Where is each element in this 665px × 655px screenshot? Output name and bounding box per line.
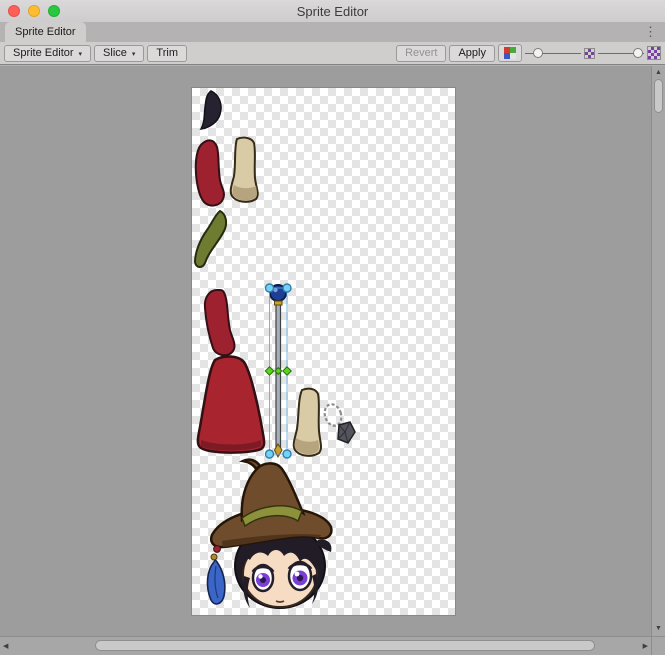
sprite-green-sash[interactable] <box>195 211 226 267</box>
mip-low-icon <box>584 48 595 59</box>
mip-high-icon <box>647 46 661 60</box>
chevron-down-icon: ▾ <box>79 50 83 58</box>
sprite-sheet[interactable] <box>192 88 455 615</box>
horizontal-scrollbar-thumb[interactable] <box>95 640 595 651</box>
color-channel-button[interactable] <box>498 44 522 62</box>
horizontal-scrollbar[interactable]: ◀ ▶ <box>0 636 651 655</box>
canvas[interactable] <box>0 66 651 636</box>
sprite-editor-mode-label: Sprite Editor <box>13 47 74 59</box>
sprite-red-skirt[interactable] <box>198 356 264 452</box>
minimize-button[interactable] <box>28 5 40 17</box>
scroll-down-icon[interactable]: ▼ <box>655 624 662 634</box>
slice-label: Slice <box>103 47 127 59</box>
zoom-button[interactable] <box>48 5 60 17</box>
tab-strip: Sprite Editor ⋮ <box>0 22 665 42</box>
scroll-right-icon[interactable]: ▶ <box>643 642 648 652</box>
zoom-slider[interactable] <box>525 45 581 61</box>
toolbar: Sprite Editor ▾ Slice ▾ Trim Revert Appl… <box>0 42 665 65</box>
kebab-menu-icon[interactable]: ⋮ <box>644 22 657 42</box>
sprite-red-sleeve-upper[interactable] <box>196 140 224 205</box>
vertical-scrollbar-thumb[interactable] <box>654 79 663 113</box>
revert-button[interactable]: Revert <box>396 45 446 62</box>
chevron-down-icon: ▾ <box>132 50 136 58</box>
sprite-pendant[interactable] <box>322 402 355 443</box>
sprite-tan-boot[interactable] <box>231 138 258 202</box>
rgb-swatch-icon <box>504 47 516 59</box>
scroll-up-icon[interactable]: ▲ <box>655 68 662 78</box>
slice-dropdown[interactable]: Slice ▾ <box>94 45 144 62</box>
scrollbar-corner <box>651 636 665 655</box>
vertical-scrollbar[interactable]: ▲ ▼ <box>651 66 665 636</box>
sprite-red-sleeve-lower[interactable] <box>205 290 235 355</box>
mip-slider-thumb[interactable] <box>633 48 643 58</box>
tab-sprite-editor[interactable]: Sprite Editor <box>5 22 86 42</box>
zoom-slider-thumb[interactable] <box>533 48 543 58</box>
scroll-left-icon[interactable]: ◀ <box>3 642 8 652</box>
trim-button[interactable]: Trim <box>147 45 187 62</box>
window-controls <box>8 5 60 17</box>
mip-slider[interactable] <box>598 45 644 61</box>
sprite-tan-boot-2[interactable] <box>294 389 321 456</box>
close-button[interactable] <box>8 5 20 17</box>
window-title: Sprite Editor <box>0 4 665 19</box>
sprite-character-head[interactable] <box>207 460 331 608</box>
sprite-editor-mode-dropdown[interactable]: Sprite Editor ▾ <box>4 45 91 62</box>
sprite-sheet-art <box>192 88 455 615</box>
sprite-editor-window: Sprite Editor Sprite Editor ⋮ Sprite Edi… <box>0 0 665 655</box>
titlebar: Sprite Editor <box>0 0 665 22</box>
apply-button[interactable]: Apply <box>449 45 495 62</box>
sprite-hair-tuft[interactable] <box>201 91 221 129</box>
